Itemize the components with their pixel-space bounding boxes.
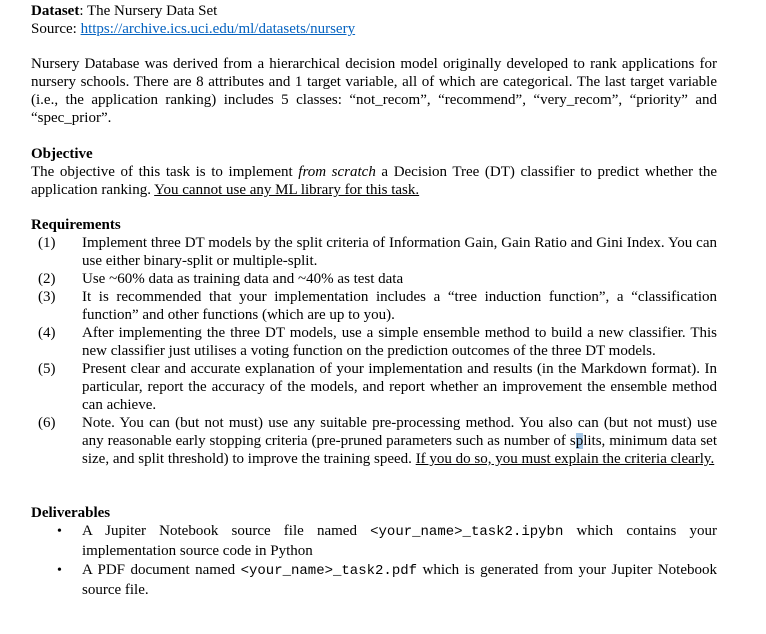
deliverable-filename: <your_name>_task2.ipybn: [370, 524, 564, 540]
deliverable-text-1: A Jupiter Notebook source file named: [82, 523, 371, 539]
requirement-number: (5): [38, 361, 56, 377]
requirement-text: Use ~60% data as training data and ~40% …: [82, 271, 404, 287]
objective-italic: from scratch: [298, 164, 376, 180]
requirement-item: (2) Use ~60% data as training data and ~4…: [31, 270, 717, 288]
objective-paragraph: The objective of this task is to impleme…: [31, 163, 717, 199]
requirements-heading: Requirements: [31, 217, 121, 233]
intro-paragraph: Nursery Database was derived from a hier…: [31, 56, 717, 126]
requirement-number: (1): [38, 235, 56, 251]
requirement-number: (4): [38, 325, 56, 341]
deliverables-heading: Deliverables: [31, 505, 111, 521]
source-label: Source:: [31, 21, 81, 37]
requirement-text: It is recommended that your implementati…: [82, 289, 717, 323]
dataset-value: : The Nursery Data Set: [79, 3, 218, 19]
requirement-item: (6) Note. You can (but not must) use any …: [31, 414, 717, 468]
requirement-item: (1) Implement three DT models by the spli…: [31, 234, 717, 270]
requirement-number: (6): [38, 415, 56, 431]
requirement-text: After implementing the three DT models, …: [82, 325, 717, 359]
source-line: Source: https://archive.ics.uci.edu/ml/d…: [31, 20, 717, 38]
bullet-icon: •: [57, 524, 62, 539]
requirement-item: (5) Present clear and accurate explanatio…: [31, 360, 717, 414]
requirement-text: Implement three DT models by the split c…: [82, 235, 717, 269]
requirements-list: (1) Implement three DT models by the spli…: [31, 234, 717, 468]
requirement-item: (4) After implementing the three DT model…: [31, 324, 717, 360]
dataset-label: Dataset: [31, 3, 80, 19]
requirement-item: (3) It is recommended that your implement…: [31, 288, 717, 324]
requirement-number: (3): [38, 289, 56, 305]
objective-section: Objective The objective of this task is …: [31, 145, 717, 199]
source-link[interactable]: https://archive.ics.uci.edu/ml/datasets/…: [81, 21, 356, 37]
objective-text-1: The objective of this task is to impleme…: [31, 164, 299, 180]
requirements-section: Requirements (1) Implement three DT model…: [31, 216, 717, 468]
deliverables-section: Deliverables • A Jupiter Notebook source …: [31, 504, 717, 600]
requirement-number: (2): [38, 271, 56, 287]
bullet-icon: •: [57, 563, 62, 578]
dataset-line: Dataset: The Nursery Data Set: [31, 2, 717, 20]
deliverable-item: • A PDF document named <your_name>_task2.…: [31, 561, 717, 600]
deliverable-filename: <your_name>_task2.pdf: [240, 563, 418, 579]
requirement-underlined: If you do so, you must explain the crite…: [415, 451, 715, 467]
deliverables-list: • A Jupiter Notebook source file named <y…: [31, 522, 717, 600]
deliverable-text-1: A PDF document named: [82, 562, 241, 578]
objective-underlined: You cannot use any ML library for this t…: [154, 182, 420, 198]
deliverable-item: • A Jupiter Notebook source file named <y…: [31, 522, 717, 561]
objective-heading: Objective: [31, 146, 93, 162]
requirement-text: Present clear and accurate explanation o…: [82, 361, 717, 413]
